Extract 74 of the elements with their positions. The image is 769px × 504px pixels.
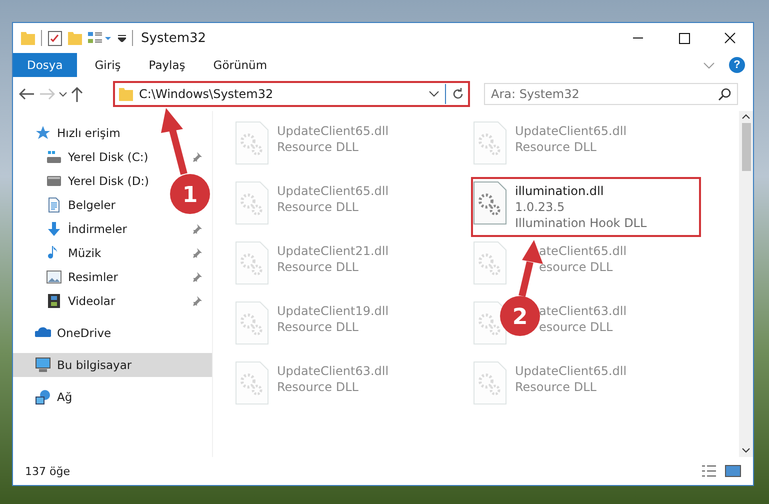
details-view-icon[interactable] [701, 465, 717, 477]
sidebar-item[interactable]: Ağ [13, 385, 82, 409]
file-name: ateClient63.dll [539, 303, 627, 319]
file-name: UpdateClient65.dll [515, 123, 627, 139]
file-detail: Resource DLL [277, 259, 360, 275]
file-name: UpdateClient65.dll [515, 363, 627, 379]
file-detail: esource DLL [539, 319, 614, 335]
search-field[interactable]: Ara: System32 [484, 83, 738, 105]
file-name: UpdateClient65.dll [277, 183, 389, 199]
scroll-up-icon[interactable] [742, 114, 750, 119]
computer-icon [35, 357, 51, 373]
sidebar-item[interactable]: OneDrive [13, 321, 122, 345]
sidebar-item[interactable]: Hızlı erişim [13, 121, 130, 145]
pin-icon[interactable] [192, 248, 202, 258]
file-name: UpdateClient21.dll [277, 243, 389, 259]
sidebar-item[interactable]: Yerel Disk (C:) [13, 145, 212, 169]
network-icon [35, 389, 51, 405]
file-detail: Resource DLL [277, 199, 360, 215]
back-arrow-icon[interactable] [19, 88, 35, 100]
search-icon[interactable] [718, 87, 732, 101]
file-name: UpdateClient19.dll [277, 303, 389, 319]
pin-icon[interactable] [192, 272, 202, 282]
sidebar-item[interactable]: Resimler [13, 265, 212, 289]
pointer-arrow [161, 108, 188, 175]
view-dropdown-icon[interactable] [88, 32, 112, 44]
file-detail: 1.0.23.5 [515, 199, 566, 215]
dropdown-chevron-icon[interactable] [429, 91, 439, 97]
address-bar[interactable]: C:\Windows\System32 [113, 81, 470, 107]
sidebar-item[interactable]: Yerel Disk (D:) [13, 169, 160, 193]
window-title: System32 [141, 30, 206, 46]
file-name: ateClient65.dll [539, 243, 627, 259]
sidebar-item[interactable]: Müzik [13, 241, 212, 265]
expand-ribbon-icon[interactable] [703, 62, 715, 68]
download-arrow-icon [46, 221, 62, 237]
file-detail: Resource DLL [277, 319, 360, 335]
file-detail: Resource DLL [515, 139, 598, 155]
item-count: 137 öğe [25, 464, 70, 478]
up-arrow-icon[interactable] [71, 86, 83, 102]
file-detail: Resource DLL [277, 139, 360, 155]
sidebar-item[interactable]: İndirmeler [13, 217, 212, 241]
picture-icon [46, 269, 62, 285]
film-icon [46, 293, 62, 309]
file-name: UpdateClient63.dll [277, 363, 389, 379]
drive-icon [46, 173, 62, 189]
file-name: UpdateClient65.dll [277, 123, 389, 139]
star-icon [35, 125, 51, 141]
scrollbar[interactable] [739, 111, 753, 457]
file-menu-button[interactable]: Dosya [13, 53, 77, 77]
drive-icon [46, 149, 62, 165]
pin-icon[interactable] [192, 224, 202, 234]
step-badge: 1 [170, 174, 210, 214]
step-badge: 2 [500, 296, 540, 336]
help-button[interactable]: ? [729, 57, 745, 73]
file-detail: Resource DLL [277, 379, 360, 395]
customize-caret-icon[interactable] [118, 34, 126, 42]
file-detail: Illumination Hook DLL [515, 215, 647, 231]
file-detail: esource DLL [539, 259, 614, 275]
file-detail: Resource DLL [515, 379, 598, 395]
sidebar-item[interactable]: Bu bilgisayar [13, 353, 212, 377]
pin-icon[interactable] [192, 152, 202, 162]
scrollbar-thumb[interactable] [742, 123, 750, 171]
scroll-down-icon[interactable] [742, 448, 750, 453]
file-name: illumination.dll [515, 183, 605, 199]
ribbon-tab[interactable]: Paylaş [134, 53, 200, 77]
folder-icon [119, 88, 133, 100]
document-icon [46, 197, 62, 213]
ribbon-tab[interactable]: Görünüm [199, 53, 282, 77]
pin-icon[interactable] [192, 296, 202, 306]
sidebar-item[interactable]: Videolar [13, 289, 212, 313]
chevron-icon[interactable] [59, 92, 67, 96]
properties-icon[interactable] [48, 30, 62, 46]
sidebar-item[interactable]: Belgeler [13, 193, 126, 217]
file-tile[interactable]: illumination.dll 1.0.23.5 Illumination Hook DLL [471, 177, 701, 237]
ribbon-tab[interactable]: Giriş [80, 53, 135, 77]
